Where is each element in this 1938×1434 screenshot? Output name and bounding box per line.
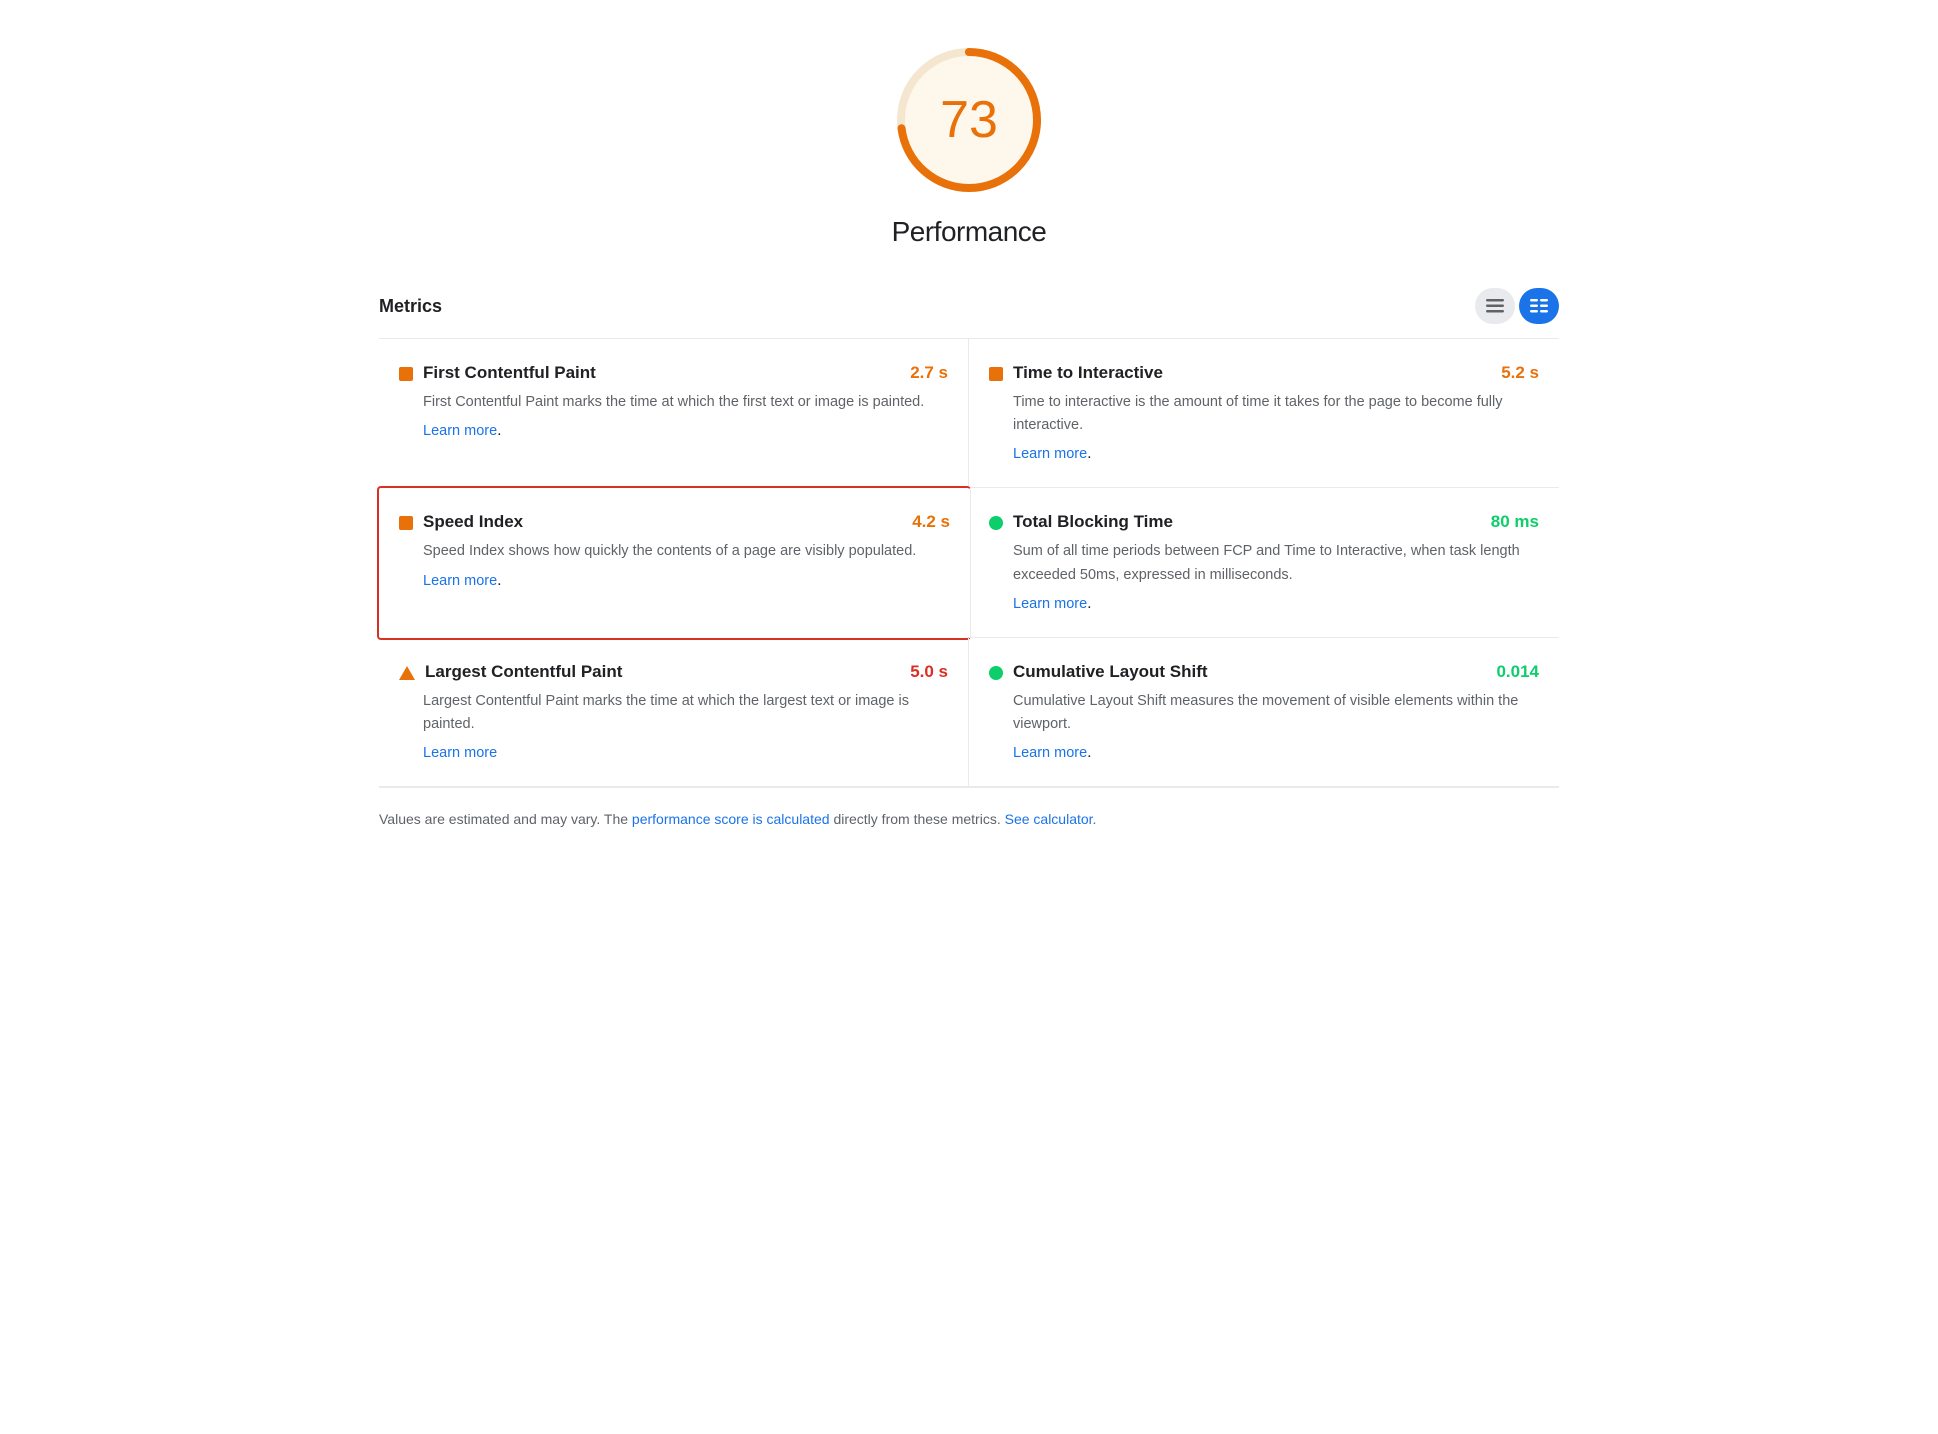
score-circle: 73	[889, 40, 1049, 200]
metric-si: Speed Index 4.2 s Speed Index shows how …	[377, 486, 971, 639]
orange-square-icon	[399, 367, 413, 381]
metric-cls-header: Cumulative Layout Shift 0.014	[989, 662, 1539, 682]
footer-note: Values are estimated and may vary. The p…	[379, 787, 1559, 850]
orange-square-icon-tti	[989, 367, 1003, 381]
metric-cls-value: 0.014	[1496, 662, 1539, 682]
metric-fcp-name: First Contentful Paint	[423, 363, 596, 383]
metric-tti-header: Time to Interactive 5.2 s	[989, 363, 1539, 383]
metrics-title: Metrics	[379, 296, 442, 317]
metric-tti-name: Time to Interactive	[1013, 363, 1163, 383]
detail-icon	[1530, 299, 1548, 313]
tbt-period: .	[1087, 595, 1091, 612]
metric-tti-title-row: Time to Interactive	[989, 363, 1163, 383]
metric-fcp-learn-more[interactable]: Learn more	[423, 423, 497, 439]
metrics-grid: First Contentful Paint 2.7 s First Conte…	[379, 339, 1559, 787]
tti-period: .	[1087, 445, 1091, 462]
metric-fcp-header: First Contentful Paint 2.7 s	[399, 363, 948, 383]
list-view-button[interactable]	[1475, 288, 1515, 324]
footer-link-calculator[interactable]: performance score is calculated	[632, 811, 830, 827]
metric-lcp-header: Largest Contentful Paint 5.0 s	[399, 662, 948, 682]
metric-cls-learn-more[interactable]: Learn more	[1013, 745, 1087, 761]
metric-tti-learn-more[interactable]: Learn more	[1013, 446, 1087, 462]
cls-period: .	[1087, 744, 1091, 761]
green-circle-icon-tbt	[989, 516, 1003, 530]
metric-si-title-row: Speed Index	[399, 512, 523, 532]
score-value: 73	[940, 90, 998, 150]
metric-lcp-desc: Largest Contentful Paint marks the time …	[423, 690, 948, 736]
metric-fcp: First Contentful Paint 2.7 s First Conte…	[379, 339, 969, 488]
metric-si-learn-more[interactable]: Learn more	[423, 573, 497, 589]
list-icon	[1486, 299, 1504, 313]
metric-tbt-name: Total Blocking Time	[1013, 512, 1173, 532]
metric-tbt-title-row: Total Blocking Time	[989, 512, 1173, 532]
metric-tbt-learn-more[interactable]: Learn more	[1013, 596, 1087, 612]
footer-text-middle: directly from these metrics.	[830, 811, 1005, 827]
view-toggle	[1475, 288, 1559, 324]
metric-lcp-value: 5.0 s	[910, 662, 948, 682]
score-section: 73 Performance	[379, 40, 1559, 248]
metric-si-name: Speed Index	[423, 512, 523, 532]
metric-cls-name: Cumulative Layout Shift	[1013, 662, 1208, 682]
metric-cls-title-row: Cumulative Layout Shift	[989, 662, 1208, 682]
orange-triangle-icon-lcp	[399, 665, 415, 681]
metric-fcp-title-row: First Contentful Paint	[399, 363, 596, 383]
detail-view-button[interactable]	[1519, 288, 1559, 324]
metric-fcp-value: 2.7 s	[910, 363, 948, 383]
si-period: .	[497, 572, 501, 589]
metric-si-desc: Speed Index shows how quickly the conten…	[423, 540, 950, 563]
metrics-header: Metrics	[379, 288, 1559, 339]
metric-tbt-value: 80 ms	[1491, 512, 1539, 532]
metric-tti-value: 5.2 s	[1501, 363, 1539, 383]
orange-square-icon-si	[399, 516, 413, 530]
green-circle-icon-cls	[989, 666, 1003, 680]
metric-fcp-desc: First Contentful Paint marks the time at…	[423, 391, 948, 414]
footer-link-see-calculator[interactable]: See calculator.	[1005, 811, 1097, 827]
metric-tti-desc: Time to interactive is the amount of tim…	[1013, 391, 1539, 437]
score-label: Performance	[892, 216, 1047, 248]
metric-lcp-learn-more[interactable]: Learn more	[423, 745, 497, 761]
footer-text-before: Values are estimated and may vary. The	[379, 811, 632, 827]
metric-tbt-desc: Sum of all time periods between FCP and …	[1013, 540, 1539, 586]
metric-lcp-name: Largest Contentful Paint	[425, 662, 622, 682]
metric-lcp: Largest Contentful Paint 5.0 s Largest C…	[379, 638, 969, 787]
metric-tbt-header: Total Blocking Time 80 ms	[989, 512, 1539, 532]
metric-si-value: 4.2 s	[912, 512, 950, 532]
metric-lcp-title-row: Largest Contentful Paint	[399, 662, 622, 682]
metric-cls-desc: Cumulative Layout Shift measures the mov…	[1013, 690, 1539, 736]
metric-tti: Time to Interactive 5.2 s Time to intera…	[969, 339, 1559, 488]
fcp-period: .	[497, 422, 501, 439]
metric-si-header: Speed Index 4.2 s	[399, 512, 950, 532]
metric-cls: Cumulative Layout Shift 0.014 Cumulative…	[969, 638, 1559, 787]
metric-tbt: Total Blocking Time 80 ms Sum of all tim…	[969, 488, 1559, 637]
